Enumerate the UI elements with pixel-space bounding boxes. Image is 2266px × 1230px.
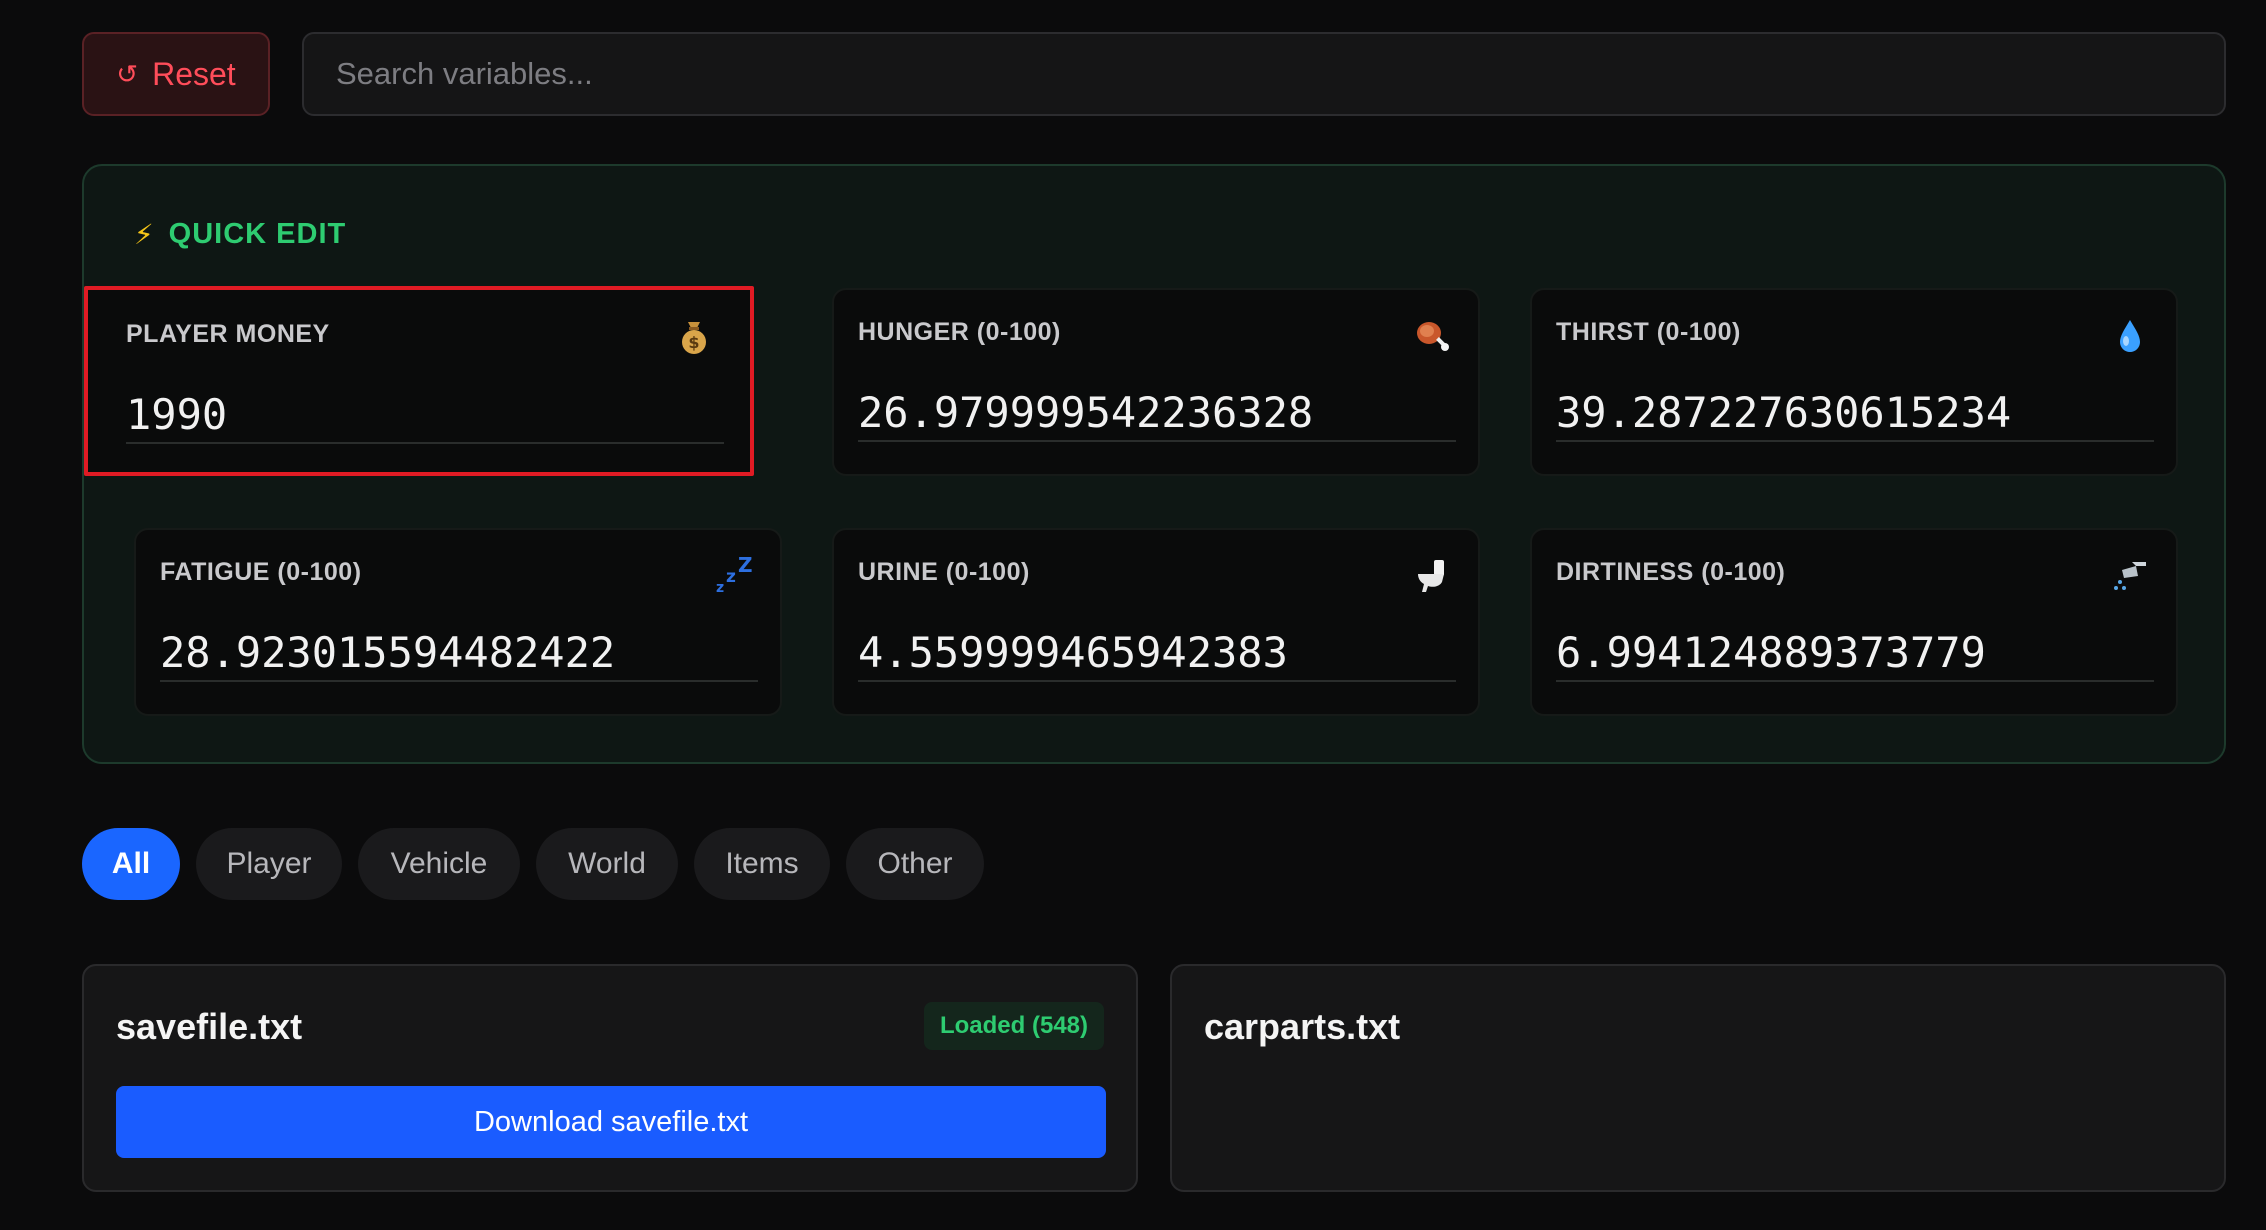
field-card-fatigue: FATIGUE (0-100) zzZ <box>134 528 782 716</box>
app-root: ↺ Reset ⚡ QUICK EDIT PLAYER MONEY $ HUNG… <box>0 0 2266 1230</box>
field-label: HUNGER (0-100) <box>858 318 1061 346</box>
status-badge: Loaded (548) <box>923 1002 1104 1050</box>
file-card-savefile: savefile.txt Loaded (548) Download savef… <box>82 964 1138 1192</box>
field-label: DIRTINESS (0-100) <box>1556 558 1786 586</box>
field-card-player-money: PLAYER MONEY $ <box>84 286 754 476</box>
field-card-dirtiness: DIRTINESS (0-100) <box>1530 528 2178 716</box>
download-savefile-button[interactable]: Download savefile.txt <box>116 1086 1106 1158</box>
svg-text:Z: Z <box>738 556 753 577</box>
thirst-input[interactable] <box>1556 384 2154 442</box>
reset-button[interactable]: ↺ Reset <box>82 32 270 116</box>
fatigue-input[interactable] <box>160 624 758 682</box>
download-button-label: Download savefile.txt <box>473 1105 749 1138</box>
tab-label: Player <box>226 847 312 880</box>
money-bag-icon: $ <box>674 316 714 356</box>
quick-edit-panel: ⚡ QUICK EDIT PLAYER MONEY $ HUNGER (0-10… <box>82 164 2226 764</box>
file-name: savefile.txt <box>116 1006 303 1047</box>
svg-text:$: $ <box>688 333 699 352</box>
droplet-icon <box>2110 316 2150 356</box>
field-label: URINE (0-100) <box>858 558 1030 586</box>
dirtiness-input[interactable] <box>1556 624 2154 682</box>
field-label: FATIGUE (0-100) <box>160 558 362 586</box>
urine-input[interactable] <box>858 624 1456 682</box>
field-card-urine: URINE (0-100) <box>832 528 1480 716</box>
quick-edit-heading: ⚡ QUICK EDIT <box>134 218 346 251</box>
field-card-hunger: HUNGER (0-100) <box>832 288 1480 476</box>
tab-vehicle[interactable]: Vehicle <box>358 828 520 900</box>
field-label: PLAYER MONEY <box>126 320 330 348</box>
file-name: carparts.txt <box>1204 1006 1401 1047</box>
tab-world[interactable]: World <box>536 828 678 900</box>
tab-label: Vehicle <box>390 847 488 880</box>
tab-items[interactable]: Items <box>694 828 830 900</box>
lightning-icon: ⚡ <box>134 219 155 250</box>
zzz-icon: zzZ <box>714 553 754 596</box>
player-money-input[interactable] <box>126 386 724 444</box>
tab-label: World <box>568 847 646 880</box>
field-label: THIRST (0-100) <box>1556 318 1741 346</box>
tab-label: All <box>111 847 151 880</box>
refresh-icon: ↺ <box>116 59 139 89</box>
hunger-input[interactable] <box>858 384 1456 442</box>
field-card-thirst: THIRST (0-100) <box>1530 288 2178 476</box>
svg-text:z: z <box>726 567 736 587</box>
file-card-carparts: carparts.txt <box>1170 964 2226 1192</box>
svg-text:z: z <box>716 580 724 596</box>
search-input[interactable] <box>302 32 2226 116</box>
quick-edit-title: QUICK EDIT <box>168 218 347 250</box>
tab-label: Other <box>877 847 953 880</box>
toilet-icon <box>1412 556 1452 596</box>
shower-icon <box>2110 556 2150 596</box>
tab-player[interactable]: Player <box>196 828 342 900</box>
reset-button-label: Reset <box>152 55 236 92</box>
tab-all[interactable]: All <box>82 828 180 900</box>
tab-other[interactable]: Other <box>846 828 984 900</box>
tab-label: Items <box>725 847 799 880</box>
meat-icon <box>1412 316 1452 356</box>
